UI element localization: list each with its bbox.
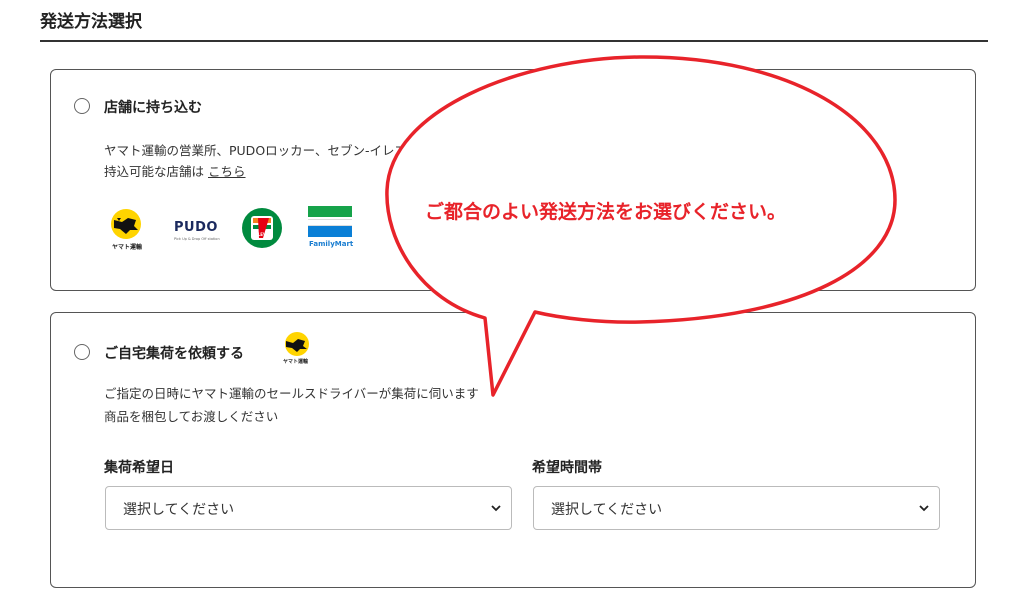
store-dropoff-note: 持込可能な店舗は こちら xyxy=(104,162,246,182)
familymart-blue-stripe xyxy=(308,226,352,237)
yamato-badge-caption: ヤマト運輸 xyxy=(283,359,309,365)
pudo-subtitle: Pick Up & Drop Off station xyxy=(174,237,220,241)
familymart-logo: FamilyMart xyxy=(308,206,354,252)
yamato-badge: ヤマト運輸 xyxy=(281,331,313,365)
pickup-date-select[interactable]: 選択してください xyxy=(105,486,512,530)
shipping-option-home-pickup[interactable]: ご自宅集荷を依頼する ヤマト運輸 ご指定の日時にヤマト運輸のセールスドライバーが… xyxy=(50,312,976,588)
yamato-cat-icon xyxy=(285,332,309,356)
familymart-white-stripe xyxy=(308,219,352,226)
callout-text: ご都合のよい発送方法をお選びください。 xyxy=(425,201,787,223)
pickup-time-label: 希望時間帯 xyxy=(532,460,602,476)
chevron-down-icon xyxy=(491,505,501,512)
home-pickup-label: ご自宅集荷を依頼する xyxy=(104,346,244,362)
shipping-option-store-dropoff[interactable]: 店舗に持ち込む ヤマト運輸の営業所、PUDOロッカー、セブン-イレブン、ファミリ… xyxy=(50,69,976,291)
pickup-date-label: 集荷希望日 xyxy=(104,460,174,476)
yamato-caption: ヤマト運輸 xyxy=(112,244,143,251)
home-pickup-note: 商品を梱包してお渡しください xyxy=(104,409,279,424)
familymart-text: FamilyMart xyxy=(309,240,354,248)
store-note-prefix: 持込可能な店舗は xyxy=(104,164,205,179)
yamato-cat-icon xyxy=(111,209,141,239)
section-title: 発送方法選択 xyxy=(40,12,142,32)
store-dropoff-radio[interactable] xyxy=(74,98,90,114)
store-list-link[interactable]: こちら xyxy=(208,164,246,179)
store-dropoff-label: 店舗に持ち込む xyxy=(104,100,202,116)
familymart-green-stripe xyxy=(308,206,352,217)
home-pickup-radio[interactable] xyxy=(74,344,90,360)
home-pickup-description: ご指定の日時にヤマト運輸のセールスドライバーが集荷に伺います xyxy=(104,386,479,401)
seven-eleven-text: ELEVEN xyxy=(255,232,273,237)
pickup-date-value: 選択してください xyxy=(123,502,235,518)
pickup-time-select[interactable]: 選択してください xyxy=(533,486,940,530)
seven-eleven-icon xyxy=(242,208,282,248)
yamato-logo: ヤマト運輸 xyxy=(108,208,144,252)
title-divider xyxy=(40,40,988,42)
chevron-down-icon xyxy=(919,505,929,512)
pickup-time-value: 選択してください xyxy=(551,502,663,518)
store-dropoff-description: ヤマト運輸の営業所、PUDOロッカー、セブン-イレブン、ファミリーマートから発送… xyxy=(104,143,632,158)
pudo-logo: PUDO Pick Up & Drop Off station xyxy=(174,220,222,244)
seven-eleven-logo: ELEVEN xyxy=(241,207,283,249)
pudo-text: PUDO xyxy=(174,220,218,235)
